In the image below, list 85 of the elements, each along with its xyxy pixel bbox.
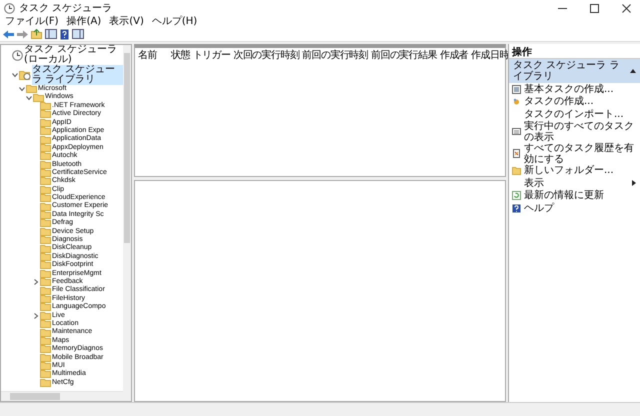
calendar-icon [512, 84, 521, 94]
folder-icon [40, 127, 51, 136]
folder-icon [40, 303, 51, 312]
folder-icon [40, 152, 51, 160]
folder-icon [40, 270, 51, 278]
clock-icon [12, 50, 23, 60]
document-icon [512, 149, 521, 158]
vertical-scrollbar[interactable] [123, 45, 131, 392]
menu-item[interactable]: 表示(V) [109, 16, 144, 27]
column-header[interactable]: 前回の実行時刻 [302, 50, 368, 62]
folder-icon [40, 118, 51, 127]
maximize-icon[interactable] [590, 4, 598, 12]
folder-icon [40, 160, 51, 169]
refresh-icon [512, 191, 521, 200]
folder-icon [40, 312, 51, 320]
folder-icon [40, 102, 51, 110]
folder-icon [40, 286, 51, 295]
column-header[interactable]: 前回の実行結果 [371, 50, 437, 62]
window-list-icon [512, 127, 521, 136]
column-header[interactable]: 状態 [171, 50, 190, 62]
actions-section-header[interactable]: タスク スケジューラ ライブラリ [509, 59, 640, 83]
folder-icon [512, 166, 521, 176]
folder-icon [40, 378, 51, 387]
help-icon[interactable] [60, 28, 69, 40]
forward-arrow-icon[interactable] [17, 30, 28, 38]
folder-icon [40, 169, 51, 178]
menu-item[interactable]: ファイル(F) [5, 16, 59, 27]
column-header[interactable]: トリガー [192, 50, 230, 62]
action-link[interactable]: ヘルプ [524, 202, 636, 214]
horizontal-scrollbar[interactable] [1, 391, 131, 401]
column-header[interactable]: 名前 [138, 50, 168, 62]
tree-item[interactable]: タスク スケジューラ ライブラリ [32, 65, 123, 85]
folder-icon [40, 370, 51, 378]
back-arrow-icon[interactable] [3, 30, 14, 38]
chevron-icon[interactable] [26, 94, 32, 101]
action-link[interactable]: 実行中のすべてのタスクの表示 [524, 120, 636, 142]
folder-icon [40, 194, 51, 202]
folder-icon [40, 261, 51, 270]
folder-icon [40, 294, 51, 303]
folder-icon [40, 177, 51, 186]
menu-item[interactable]: 操作(A) [66, 16, 102, 27]
folder-icon [40, 219, 51, 228]
action-link[interactable]: 表示 [524, 178, 629, 189]
column-header[interactable]: 作成者 [440, 50, 468, 62]
folder-icon [33, 94, 44, 102]
sparkle-icon [512, 97, 521, 106]
chevron-icon[interactable] [32, 312, 38, 319]
folder-icon [40, 345, 51, 354]
folder-icon [40, 244, 51, 253]
chevron-icon[interactable] [18, 86, 24, 92]
folder-clock-icon [19, 70, 31, 80]
action-link[interactable]: すべてのタスク履歴を有効にする [524, 142, 636, 164]
folder-icon [40, 278, 51, 286]
menu-item[interactable]: ヘルプ(H) [152, 16, 198, 27]
column-header[interactable]: 作成日時 [471, 50, 509, 62]
action-link[interactable]: タスクのインポート... [524, 108, 636, 120]
folder-icon [40, 336, 51, 345]
action-link[interactable]: タスクの作成... [524, 96, 636, 108]
pane-icon[interactable] [72, 29, 84, 39]
close-icon[interactable] [622, 4, 630, 12]
folder-icon [40, 202, 51, 211]
action-link[interactable]: 新しいフォルダー... [524, 165, 636, 176]
folder-icon [40, 328, 51, 337]
column-header[interactable]: 次回の実行時刻 [233, 50, 300, 62]
folder-up-icon[interactable] [31, 29, 42, 39]
app-icon [4, 2, 15, 14]
window-title: タスク スケジューラ [19, 2, 114, 15]
chevron-icon[interactable] [32, 279, 38, 286]
folder-icon [40, 236, 51, 244]
folder-icon [40, 211, 51, 220]
folder-icon [40, 186, 51, 194]
folder-icon [40, 320, 51, 328]
collapse-icon[interactable] [630, 69, 636, 73]
folder-icon [40, 362, 51, 370]
folder-icon [40, 110, 51, 118]
pane-icon[interactable] [45, 29, 57, 39]
folder-icon [40, 228, 51, 236]
folder-icon [26, 85, 37, 94]
folder-icon [40, 136, 51, 144]
action-link[interactable]: 基本タスクの作成... [524, 84, 636, 95]
action-link[interactable]: 最新の情報に更新 [524, 190, 636, 202]
help-icon [512, 204, 521, 213]
folder-icon [40, 144, 51, 152]
chevron-icon[interactable] [12, 72, 18, 78]
folder-icon [40, 354, 51, 362]
